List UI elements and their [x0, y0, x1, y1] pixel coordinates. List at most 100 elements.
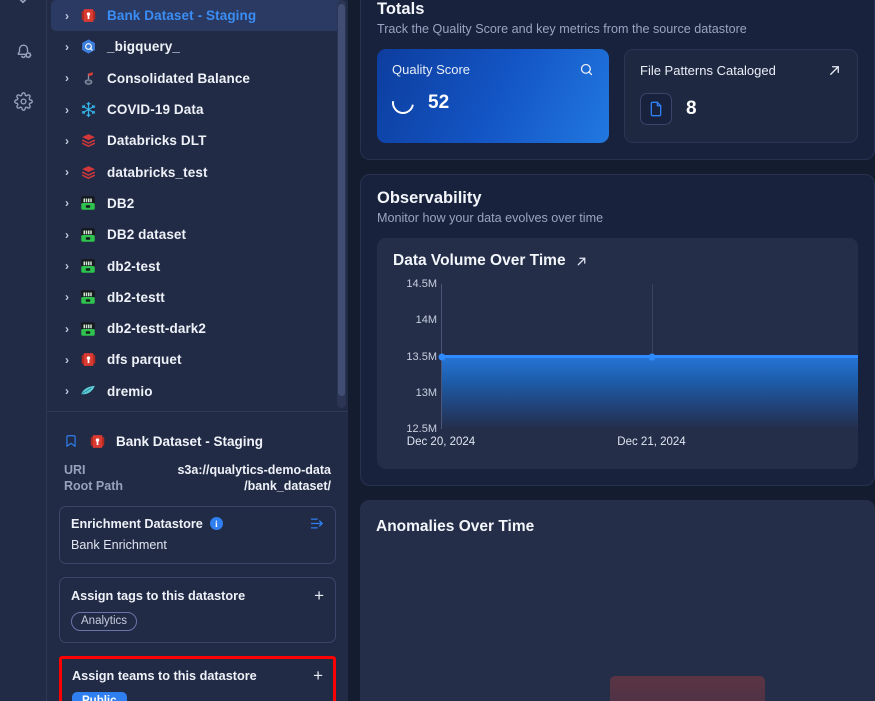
- data-volume-chart-card[interactable]: Data Volume Over Time 14.5M 14M 13.5M 13M 12…: [377, 238, 858, 469]
- assign-teams-label: Assign teams to this datastore: [72, 668, 257, 683]
- info-icon[interactable]: i: [209, 517, 223, 530]
- notification-settings-icon[interactable]: [8, 36, 38, 66]
- magnifier-icon[interactable]: [579, 62, 594, 77]
- data-point[interactable]: [438, 353, 446, 360]
- bigquery-datastore-icon: [78, 37, 98, 57]
- add-team-button[interactable]: +: [313, 667, 323, 684]
- root-path-label: Root Path: [64, 479, 124, 493]
- settings-gear-icon[interactable]: [8, 86, 38, 116]
- data-volume-title-text: Data Volume Over Time: [393, 252, 566, 269]
- y-tick-label: 13M: [415, 386, 437, 399]
- quality-score-gauge-icon: [387, 87, 419, 119]
- db2-datastore-icon: [78, 287, 98, 307]
- chevron-right-icon[interactable]: ›: [59, 41, 75, 53]
- main-content: Totals Track the Quality Score and key m…: [348, 0, 875, 701]
- team-chips: Public: [72, 692, 323, 701]
- chevron-right-icon[interactable]: ›: [59, 10, 75, 22]
- tree-item-databricks-dlt[interactable]: › Databricks DLT: [51, 125, 344, 156]
- tree-item-bank-dataset-staging[interactable]: › Bank Dataset - Staging: [51, 0, 344, 32]
- chevron-down-icon[interactable]: [8, 0, 38, 12]
- chevron-right-icon[interactable]: ›: [59, 104, 75, 116]
- file-patterns-card[interactable]: File Patterns Cataloged 8: [624, 49, 858, 143]
- detail-header: Bank Dataset - Staging: [64, 431, 336, 451]
- data-point[interactable]: [648, 353, 656, 360]
- plot-area: [438, 284, 858, 429]
- presto-datastore-icon: [78, 68, 98, 88]
- bookmark-icon[interactable]: [64, 433, 78, 449]
- tag-chip[interactable]: Analytics: [71, 612, 138, 631]
- x-tick-label: Dec 20, 2024: [406, 436, 476, 448]
- uri-row: URI s3a://qualytics-demo-data: [59, 463, 336, 477]
- tree-item-covid-19-data[interactable]: › COVID-19 Data: [51, 94, 344, 125]
- drill-datastore-icon: [87, 431, 107, 451]
- root-path-value: /bank_dataset/: [244, 479, 331, 493]
- tree-item-db2-test[interactable]: › db2-test: [51, 250, 344, 281]
- enrichment-datastore-title: Enrichment Datastore i: [71, 517, 223, 531]
- datastore-tree[interactable]: › Bank Dataset - Staging › _bigquery_ › Conso…: [47, 0, 348, 411]
- sidebar-scrollbar-thumb[interactable]: [338, 4, 345, 396]
- chevron-right-icon[interactable]: ›: [59, 260, 75, 272]
- chevron-right-icon[interactable]: ›: [59, 323, 75, 335]
- file-icon: [640, 93, 672, 125]
- tree-item-db2[interactable]: › DB2: [51, 188, 344, 219]
- tree-item-label: Databricks DLT: [107, 133, 207, 149]
- datastore-sidebar: › Bank Dataset - Staging › _bigquery_ › Conso…: [47, 0, 348, 701]
- y-axis-labels: 14.5M 14M 13.5M 13M 12.5M: [393, 278, 437, 435]
- tree-item-consolidated-balance[interactable]: › Consolidated Balance: [51, 63, 344, 94]
- totals-section: Totals Track the Quality Score and key m…: [360, 0, 875, 160]
- datastore-detail-panel: Bank Dataset - Staging URI s3a://qualyti…: [47, 411, 348, 701]
- root-path-row: Root Path /bank_dataset/: [59, 479, 336, 493]
- quality-score-card[interactable]: Quality Score 52: [377, 49, 609, 143]
- chevron-right-icon[interactable]: ›: [59, 291, 75, 303]
- tree-item-label: Bank Dataset - Staging: [107, 8, 257, 24]
- chevron-right-icon[interactable]: ›: [59, 135, 75, 147]
- tree-item-db2-dataset[interactable]: › DB2 dataset: [51, 219, 344, 250]
- chevron-right-icon[interactable]: ›: [59, 197, 75, 209]
- tag-chips: Analytics: [71, 612, 324, 631]
- chevron-right-icon[interactable]: ›: [59, 166, 75, 178]
- y-tick-label: 14.5M: [406, 278, 437, 290]
- arrow-up-right-icon[interactable]: [575, 255, 588, 268]
- assign-teams-card[interactable]: Assign teams to this datastore + Public: [59, 656, 336, 701]
- tree-item-databricks-test[interactable]: › databricks_test: [51, 156, 344, 187]
- chevron-right-icon[interactable]: ›: [59, 385, 75, 397]
- x-tick-label: Dec 21, 2024: [617, 436, 686, 448]
- tree-item-db2-testt[interactable]: › db2-testt: [51, 282, 344, 313]
- drill-datastore-icon: [78, 6, 98, 26]
- team-chip[interactable]: Public: [72, 692, 127, 701]
- data-volume-plot: 14.5M 14M 13.5M 13M 12.5M Dec 20, 2024 Dec 21…: [393, 278, 858, 459]
- anomalies-chart-title: Anomalies Over Time: [376, 518, 859, 536]
- tree-item-label: dfs parquet: [107, 352, 182, 368]
- open-enrichment-icon[interactable]: [309, 516, 324, 531]
- db2-datastore-icon: [78, 319, 98, 339]
- enrichment-datastore-label: Enrichment Datastore: [71, 516, 203, 531]
- tree-item-label: COVID-19 Data: [107, 102, 204, 118]
- anomalies-chart-card[interactable]: Anomalies Over Time: [360, 500, 875, 701]
- chevron-right-icon[interactable]: ›: [59, 229, 75, 241]
- chevron-right-icon[interactable]: ›: [59, 72, 75, 84]
- enrichment-datastore-value: Bank Enrichment: [71, 538, 167, 552]
- tree-item-label: databricks_test: [107, 164, 208, 180]
- detail-title: Bank Dataset - Staging: [116, 433, 264, 449]
- assign-tags-card[interactable]: Assign tags to this datastore + Analytic…: [59, 577, 336, 643]
- add-tag-button[interactable]: +: [314, 587, 324, 604]
- x-axis-labels: Dec 20, 2024Dec 21, 2024D: [407, 436, 858, 456]
- anomalies-bar[interactable]: [610, 676, 765, 701]
- quality-score-value: 52: [428, 92, 450, 113]
- tree-item-dfs-parquet[interactable]: › dfs parquet: [51, 344, 344, 375]
- arrow-up-right-icon[interactable]: [827, 63, 842, 78]
- tree-item-bigquery[interactable]: › _bigquery_: [51, 31, 344, 62]
- chevron-right-icon[interactable]: ›: [59, 354, 75, 366]
- tree-item-dremio[interactable]: › dremio: [51, 376, 344, 407]
- tree-item-db2-testt-dark2[interactable]: › db2-testt-dark2: [51, 313, 344, 344]
- y-tick-label: 14M: [415, 314, 437, 327]
- enrichment-datastore-card[interactable]: Enrichment Datastore i Bank Enrichment: [59, 506, 336, 564]
- databricks-datastore-icon: [78, 131, 98, 151]
- data-volume-chart-title: Data Volume Over Time: [393, 252, 842, 270]
- tree-item-label: _bigquery_: [107, 39, 181, 55]
- assign-tags-label: Assign tags to this datastore: [71, 588, 246, 603]
- tree-item-label: dremio: [107, 383, 153, 399]
- y-tick-label: 13.5M: [406, 350, 437, 363]
- uri-label: URI: [64, 463, 86, 477]
- sidebar-scrollbar-track[interactable]: [337, 0, 346, 408]
